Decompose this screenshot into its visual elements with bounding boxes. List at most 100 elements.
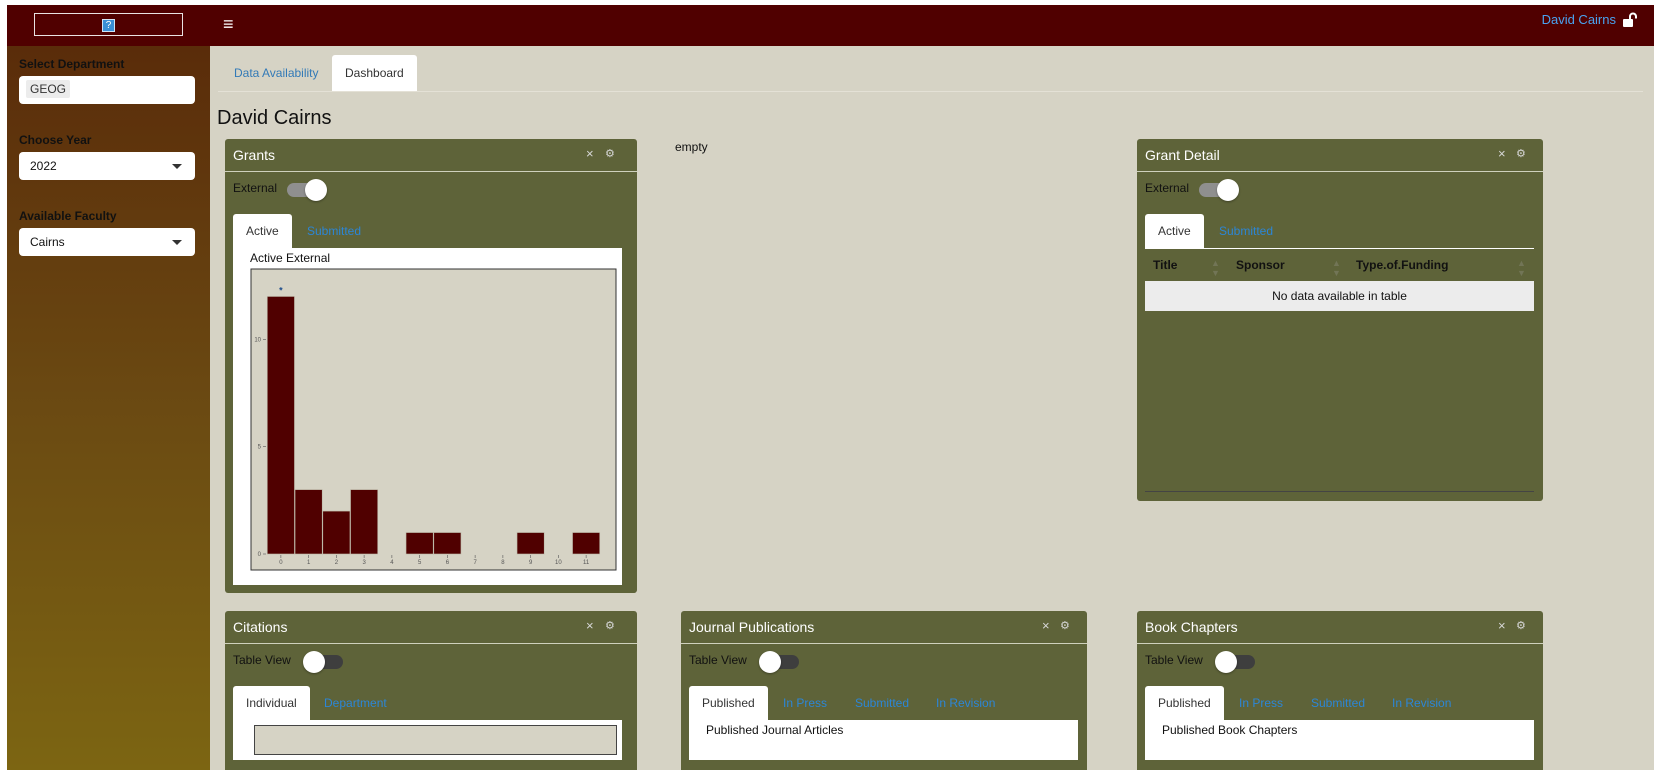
- x-tick-label: 11: [583, 560, 590, 566]
- table-view-toggle[interactable]: [759, 651, 799, 673]
- tab-individual[interactable]: Individual: [233, 686, 310, 720]
- chevron-down-icon: [172, 164, 182, 169]
- tab-published[interactable]: Published: [1145, 686, 1224, 720]
- gear-icon[interactable]: ⚙: [1516, 147, 1526, 161]
- toggle-knob[interactable]: [1217, 179, 1239, 201]
- tab-active[interactable]: Active: [233, 214, 292, 248]
- toggle-label: Table View: [689, 653, 747, 667]
- chart-panel: Active External 0 1 2 3 4 5 6 7 8 9 10 11 0 5 10 *: [233, 248, 622, 585]
- sort-icon[interactable]: ▲ ▼: [1211, 258, 1220, 278]
- box-title: Grant Detail: [1145, 147, 1220, 163]
- citations-chart-frame: [254, 725, 617, 755]
- grants-box: Grants × ⚙ External Active Submitted Act…: [225, 139, 637, 593]
- year-label: Choose Year: [19, 133, 92, 147]
- toggle-label: External: [1145, 181, 1190, 195]
- bar-11: [572, 532, 601, 555]
- external-toggle[interactable]: [1199, 179, 1239, 201]
- table-view-toggle[interactable]: [303, 651, 343, 673]
- bar-9: [516, 532, 545, 555]
- year-select[interactable]: 2022: [19, 152, 195, 180]
- journal-panel: Published Journal Articles: [689, 720, 1078, 760]
- gear-icon[interactable]: ⚙: [1516, 619, 1526, 633]
- tab-divider: [218, 91, 1643, 92]
- box-header: Citations × ⚙: [225, 611, 637, 644]
- tab-active[interactable]: Active: [1145, 214, 1204, 248]
- logo[interactable]: ?: [34, 13, 183, 36]
- empty-table-message: No data available in table: [1145, 281, 1534, 311]
- grant-detail-box: Grant Detail × ⚙ External Active Submitt…: [1137, 139, 1543, 501]
- page-title: David Cairns: [217, 107, 332, 129]
- empty-placeholder-text: empty: [675, 140, 708, 154]
- column-header-sponsor[interactable]: Sponsor: [1236, 258, 1285, 272]
- department-select[interactable]: GEOG: [19, 76, 195, 104]
- tab-in-revision[interactable]: In Revision: [923, 686, 1008, 720]
- top-header: ? ≡ David Cairns: [7, 5, 1654, 46]
- tab-in-press[interactable]: In Press: [1226, 686, 1296, 720]
- tab-in-press[interactable]: In Press: [770, 686, 840, 720]
- book-chapters-panel: Published Book Chapters: [1145, 720, 1534, 760]
- close-icon[interactable]: ×: [1042, 619, 1050, 633]
- close-icon[interactable]: ×: [1498, 147, 1506, 161]
- close-icon[interactable]: ×: [586, 147, 594, 161]
- gear-icon[interactable]: ⚙: [605, 619, 615, 633]
- tab-in-revision[interactable]: In Revision: [1379, 686, 1464, 720]
- journal-publications-box: Journal Publications × ⚙ Table View Publ…: [681, 611, 1087, 770]
- faculty-label: Available Faculty: [19, 209, 117, 223]
- sidebar: Select Department GEOG Choose Year 2022 …: [7, 46, 210, 770]
- box-title: Journal Publications: [689, 619, 815, 635]
- bar-2: [322, 510, 351, 555]
- column-header-title[interactable]: Title: [1153, 258, 1177, 272]
- bar-3: [350, 489, 379, 555]
- panel-caption: Published Journal Articles: [706, 723, 844, 737]
- menu-toggle-icon[interactable]: ≡: [223, 14, 234, 34]
- x-tick-label: 10: [555, 560, 562, 566]
- column-header-type-of-funding[interactable]: Type.of.Funding: [1356, 258, 1448, 272]
- book-chapters-box: Book Chapters × ⚙ Table View Published I…: [1137, 611, 1543, 770]
- toggle-label: Table View: [233, 653, 291, 667]
- box-header: Book Chapters × ⚙: [1137, 611, 1543, 644]
- department-label: Select Department: [19, 57, 125, 71]
- citations-box: Citations × ⚙ Table View Individual Depa…: [225, 611, 637, 770]
- box-header: Journal Publications × ⚙: [681, 611, 1087, 644]
- box-title: Citations: [233, 619, 288, 635]
- box-title: Book Chapters: [1145, 619, 1238, 635]
- box-title: Grants: [233, 147, 276, 163]
- external-toggle[interactable]: [287, 179, 327, 201]
- faculty-select[interactable]: Cairns: [19, 228, 195, 256]
- tab-underline: [1145, 248, 1534, 249]
- sort-icon[interactable]: ▲ ▼: [1332, 258, 1341, 278]
- tab-published[interactable]: Published: [689, 686, 768, 720]
- unlock-icon[interactable]: [1622, 12, 1638, 28]
- toggle-knob[interactable]: [759, 651, 781, 673]
- tab-submitted[interactable]: Submitted: [1298, 686, 1378, 720]
- gear-icon[interactable]: ⚙: [1060, 619, 1070, 633]
- user-name-link[interactable]: David Cairns: [1542, 12, 1616, 28]
- panel-caption: Published Book Chapters: [1162, 723, 1298, 737]
- bar-1: [294, 489, 323, 555]
- close-icon[interactable]: ×: [586, 619, 594, 633]
- sort-icon[interactable]: ▲ ▼: [1517, 258, 1526, 278]
- year-value: 2022: [30, 159, 57, 173]
- tab-submitted[interactable]: Submitted: [842, 686, 922, 720]
- logo-placeholder-icon: ?: [102, 19, 115, 32]
- tab-dashboard[interactable]: Dashboard: [332, 55, 417, 91]
- toggle-label: External: [233, 181, 278, 195]
- bar-5: [405, 532, 434, 555]
- close-icon[interactable]: ×: [1498, 619, 1506, 633]
- gear-icon[interactable]: ⚙: [605, 147, 615, 161]
- bar-6: [433, 532, 462, 555]
- tab-submitted[interactable]: Submitted: [294, 214, 374, 248]
- department-chip[interactable]: GEOG: [26, 80, 71, 98]
- citations-panel: [233, 720, 622, 760]
- tab-department[interactable]: Department: [311, 686, 400, 720]
- bar-annotation: *: [279, 285, 283, 295]
- tab-data-availability[interactable]: Data Availability: [221, 55, 332, 91]
- table-view-toggle[interactable]: [1215, 651, 1255, 673]
- toggle-knob[interactable]: [1215, 651, 1237, 673]
- chevron-down-icon: [172, 240, 182, 245]
- toggle-knob[interactable]: [305, 179, 327, 201]
- tab-submitted[interactable]: Submitted: [1206, 214, 1286, 248]
- toggle-label: Table View: [1145, 653, 1203, 667]
- toggle-knob[interactable]: [303, 651, 325, 673]
- bar-0: [266, 296, 295, 555]
